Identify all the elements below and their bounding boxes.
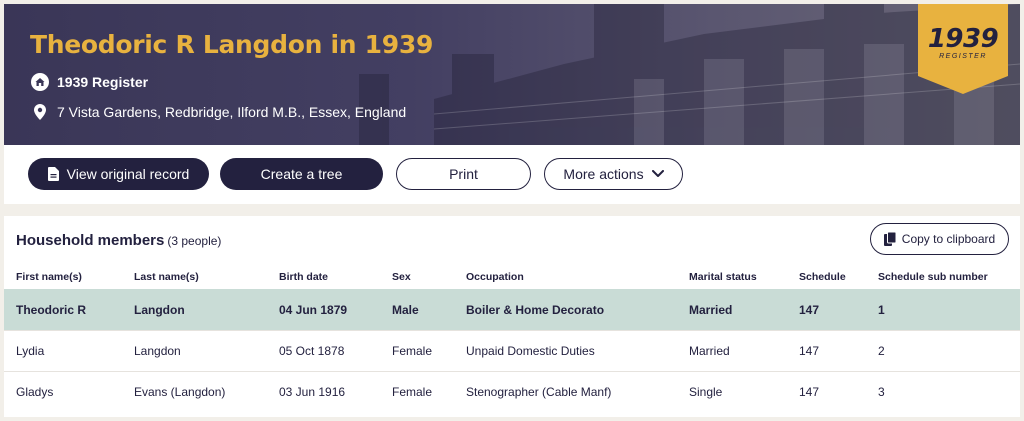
copy-icon: [883, 232, 896, 246]
column-header: Marital status: [689, 270, 757, 283]
cell-marital-status: Married: [689, 302, 733, 317]
ribbon-year: 1939: [927, 24, 999, 54]
chevron-down-icon: [651, 170, 664, 178]
cell-schedule: 147: [799, 385, 820, 399]
column-header: First name(s): [16, 270, 82, 283]
cell-first-name: Gladys: [16, 385, 54, 399]
cell-occupation: Unpaid Domestic Duties: [466, 344, 595, 358]
cell-occupation: Stenographer (Cable Manf): [466, 385, 612, 399]
ribbon-sub: REGISTER: [939, 53, 987, 60]
location-pin-icon: [30, 102, 50, 122]
register-label: 1939 Register: [57, 74, 149, 90]
register-row: 1939 Register: [30, 72, 148, 92]
column-header: Sex: [392, 270, 411, 283]
table-row[interactable]: Lydia Langdon 05 Oct 1878 Female Unpaid …: [4, 330, 1020, 371]
document-icon: [47, 167, 59, 181]
table-row[interactable]: Theodoric R Langdon 04 Jun 1879 Male Boi…: [4, 289, 1020, 330]
household-members-panel: Household members (3 people) Copy to clip…: [4, 216, 1020, 417]
action-bar: View original record Create a tree Print…: [4, 145, 1020, 204]
more-actions-button[interactable]: More actions: [544, 158, 683, 190]
column-header: Birth date: [279, 270, 329, 283]
cell-birth-date: 04 Jun 1879: [279, 302, 348, 317]
table-header: First name(s) Last name(s) Birth date Se…: [4, 264, 1020, 289]
cell-marital-status: Married: [689, 344, 730, 358]
cell-first-name: Lydia: [16, 344, 45, 358]
household-count: (3 people): [167, 234, 222, 248]
cell-schedule-sub-number: 1: [878, 302, 885, 317]
address-text: 7 Vista Gardens, Redbridge, Ilford M.B.,…: [57, 104, 407, 120]
household-title-text: Household members: [16, 232, 165, 249]
cell-birth-date: 05 Oct 1878: [279, 344, 345, 358]
cell-birth-date: 03 Jun 1916: [279, 385, 346, 399]
register-house-icon: [30, 72, 50, 92]
create-tree-label: Create a tree: [260, 166, 343, 182]
print-label: Print: [449, 166, 478, 182]
print-button[interactable]: Print: [396, 158, 531, 190]
cell-marital-status: Single: [689, 385, 723, 399]
cell-schedule-sub-number: 2: [878, 344, 885, 358]
cell-sex: Female: [392, 344, 433, 358]
record-page: Theodoric R Langdon in 1939 1939 Registe…: [4, 4, 1020, 417]
table-row[interactable]: Gladys Evans (Langdon) 03 Jun 1916 Femal…: [4, 371, 1020, 412]
more-actions-label: More actions: [563, 166, 644, 182]
column-header: Last name(s): [134, 270, 199, 283]
record-banner: Theodoric R Langdon in 1939 1939 Registe…: [4, 4, 1020, 145]
view-original-record-button[interactable]: View original record: [28, 158, 209, 190]
page-title: Theodoric R Langdon in 1939: [30, 30, 434, 59]
cell-sex: Male: [392, 302, 419, 317]
cell-sex: Female: [392, 385, 433, 399]
houses-background-image: [359, 4, 1020, 145]
view-original-label: View original record: [66, 166, 190, 182]
column-header: Schedule sub number: [878, 270, 988, 283]
cell-schedule-sub-number: 3: [878, 385, 885, 399]
copy-to-clipboard-button[interactable]: Copy to clipboard: [870, 223, 1009, 255]
cell-schedule: 147: [799, 302, 820, 317]
household-table: First name(s) Last name(s) Birth date Se…: [4, 264, 1020, 412]
register-ribbon-badge: 1939 REGISTER: [918, 4, 1008, 94]
cell-first-name: Theodoric R: [16, 302, 87, 317]
cell-occupation: Boiler & Home Decorato: [466, 302, 605, 317]
column-header: Occupation: [466, 270, 524, 283]
cell-last-name: Evans (Langdon): [134, 385, 226, 399]
household-title: Household members (3 people): [16, 232, 221, 249]
cell-last-name: Langdon: [134, 302, 185, 317]
copy-label: Copy to clipboard: [901, 232, 996, 246]
cell-last-name: Langdon: [134, 344, 181, 358]
cell-schedule: 147: [799, 344, 820, 358]
create-tree-button[interactable]: Create a tree: [220, 158, 383, 190]
column-header: Schedule: [799, 270, 846, 283]
address-row: 7 Vista Gardens, Redbridge, Ilford M.B.,…: [30, 102, 406, 122]
